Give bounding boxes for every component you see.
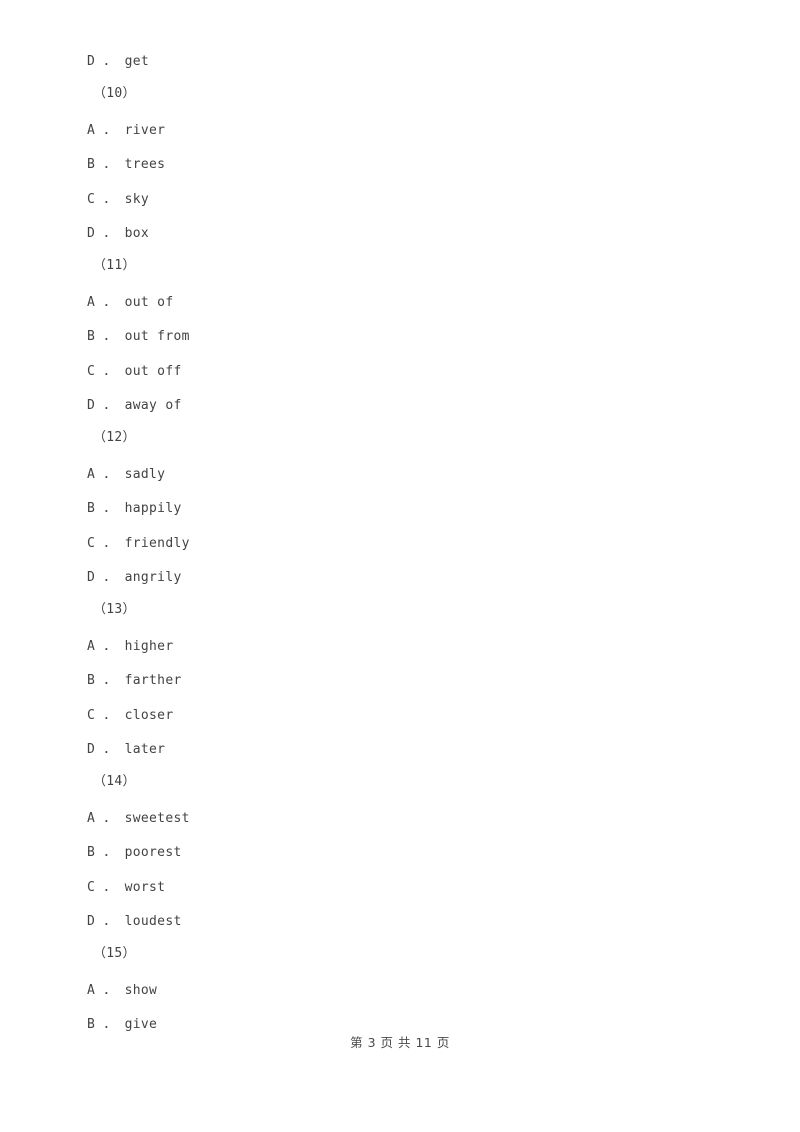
- answer-option: A ． sadly: [87, 467, 166, 482]
- answer-option: A ． higher: [87, 639, 174, 654]
- answer-option: A ． river: [87, 123, 166, 138]
- question-number: （13）: [93, 602, 136, 617]
- answer-option: C ． out off: [87, 364, 182, 379]
- document-page: D ． get （10） A ． river B ． trees C ． sky D ． …: [0, 0, 800, 1132]
- answer-option: A ． sweetest: [87, 811, 190, 826]
- answer-option: B ． trees: [87, 157, 166, 172]
- answer-option: D ． away of: [87, 398, 182, 413]
- question-number: （15）: [93, 946, 136, 961]
- answer-option: D ． box: [87, 226, 150, 241]
- answer-option: B ． farther: [87, 673, 182, 688]
- answer-option: C ． friendly: [87, 536, 190, 551]
- answer-option: D ． get: [87, 54, 150, 69]
- answer-option: D ． angrily: [87, 570, 182, 585]
- answer-option: D ． loudest: [87, 914, 182, 929]
- answer-option: B ． give: [87, 1017, 158, 1032]
- answer-option: A ． show: [87, 983, 158, 998]
- answer-option: A ． out of: [87, 295, 174, 310]
- answer-option: B ． poorest: [87, 845, 182, 860]
- answer-option: B ． happily: [87, 501, 182, 516]
- answer-option: C ． closer: [87, 708, 174, 723]
- answer-option: D ． later: [87, 742, 166, 757]
- answer-option: C ． sky: [87, 192, 150, 207]
- question-number: （11）: [93, 258, 136, 273]
- answer-option: C ． worst: [87, 880, 166, 895]
- question-number: （12）: [93, 430, 136, 445]
- answer-option: B ． out from: [87, 329, 190, 344]
- page-footer: 第 3 页 共 11 页: [350, 1035, 450, 1050]
- question-number: （14）: [93, 774, 136, 789]
- question-number: （10）: [93, 86, 136, 101]
